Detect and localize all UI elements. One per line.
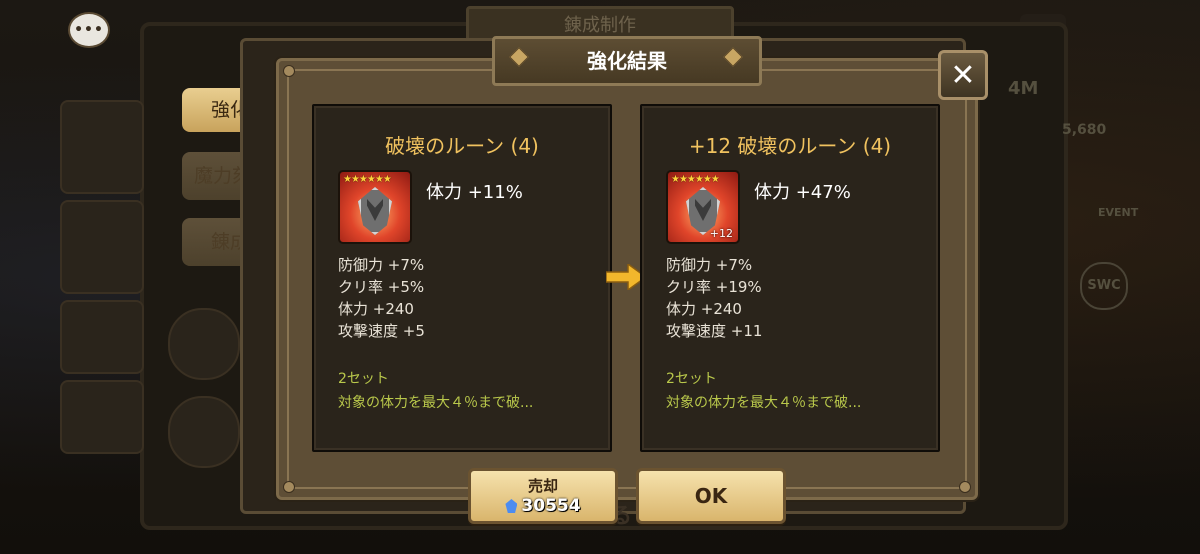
sell-price: 30554 bbox=[471, 496, 615, 516]
corner-stud bbox=[959, 481, 971, 493]
magic-circle-icon bbox=[168, 308, 240, 380]
currency-counter: 5,680 bbox=[1062, 122, 1107, 138]
ok-label: OK bbox=[694, 484, 728, 508]
rune-gem bbox=[358, 187, 392, 235]
substat: 防御力 +7% bbox=[666, 256, 753, 274]
set-bonus-desc: 対象の体力を最大４％まで破... bbox=[338, 395, 534, 411]
star-rating: ★★★★★★ bbox=[671, 174, 720, 185]
substat: クリ率 +19% bbox=[666, 278, 762, 296]
gift-box-icon[interactable] bbox=[60, 100, 144, 194]
set-bonus-desc: 対象の体力を最大４％まで破... bbox=[666, 395, 862, 411]
swc-icon[interactable]: SWC bbox=[1080, 262, 1128, 310]
corner-stud bbox=[283, 65, 295, 77]
update-pack-icon[interactable] bbox=[60, 200, 144, 294]
rune-card-before: 破壊のルーン (4) ★★★★★★ 体力 +11% 防御力 +7% クリ率 +5… bbox=[312, 104, 612, 452]
main-stat: 体力 +11% bbox=[426, 182, 523, 203]
close-button[interactable]: ✕ bbox=[938, 50, 988, 100]
chat-icon[interactable]: ••• bbox=[68, 12, 110, 48]
substat-list: 防御力 +7% クリ率 +5% 体力 +240 攻撃速度 +5 bbox=[338, 254, 425, 342]
resource-counter: 4M bbox=[1008, 78, 1039, 99]
transform-returns-icon[interactable] bbox=[60, 380, 144, 454]
substat: 体力 +240 bbox=[666, 300, 742, 318]
substat-list: 防御力 +7% クリ率 +19% 体力 +240 攻撃速度 +11 bbox=[666, 254, 762, 342]
main-stat: 体力 +47% bbox=[754, 182, 851, 203]
corner-stud bbox=[283, 481, 295, 493]
sell-price-value: 30554 bbox=[521, 496, 581, 516]
rune-icon: ★★★★★★ +12 bbox=[666, 170, 740, 244]
magic-circle-icon-2 bbox=[168, 396, 240, 468]
substat: 体力 +240 bbox=[338, 300, 414, 318]
rune-name: 破壊のルーン (4) bbox=[385, 134, 539, 158]
substat: 攻撃速度 +5 bbox=[338, 322, 425, 340]
crystal-icon bbox=[505, 499, 518, 513]
update-pack-icon-2[interactable] bbox=[60, 300, 144, 374]
rune-icon: ★★★★★★ bbox=[338, 170, 412, 244]
event-icon[interactable]: EVENT bbox=[1098, 206, 1138, 219]
sell-label: 売却 bbox=[527, 477, 558, 495]
rune-card-after: +12 破壊のルーン (4) ★★★★★★ +12 体力 +47% 防御力 +7… bbox=[640, 104, 940, 452]
close-icon: ✕ bbox=[950, 57, 976, 93]
substat: クリ率 +5% bbox=[338, 278, 425, 296]
ok-button[interactable]: OK bbox=[636, 468, 786, 524]
set-bonus-name: 2セット bbox=[666, 371, 717, 387]
set-bonus-name: 2セット bbox=[338, 371, 389, 387]
sell-button[interactable]: 売却 30554 bbox=[468, 468, 618, 524]
star-rating: ★★★★★★ bbox=[343, 174, 392, 185]
substat: 防御力 +7% bbox=[338, 256, 425, 274]
dialog-title: 強化結果 bbox=[492, 36, 762, 86]
rune-level-badge: +12 bbox=[709, 227, 733, 240]
rune-name: +12 破壊のルーン (4) bbox=[688, 134, 892, 158]
substat: 攻撃速度 +11 bbox=[666, 322, 763, 340]
